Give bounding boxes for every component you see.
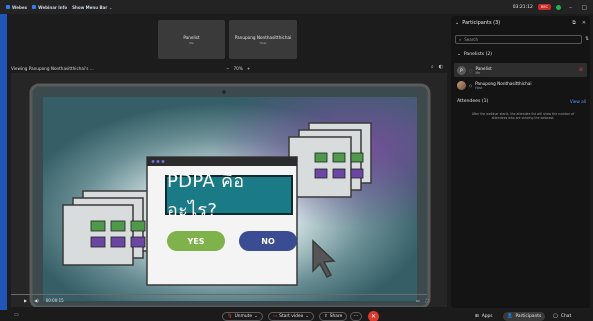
panelist-row[interactable]: P ◌ Panelist Me ⊘ bbox=[454, 63, 587, 77]
video-controls-right: ▭ ⛶ bbox=[416, 298, 429, 303]
chevron-down-icon: ⌄ bbox=[457, 52, 461, 57]
mic-icon: ◌ bbox=[469, 67, 473, 73]
chevron-down-icon: ⌄ bbox=[109, 4, 113, 10]
unmute-button[interactable]: 🎙 Unmute ⌄ bbox=[222, 312, 263, 321]
maximize-icon[interactable]: ▢ bbox=[580, 3, 589, 12]
chat-button[interactable]: ◯ Chat bbox=[553, 312, 571, 321]
video-tile-panelist[interactable]: Panelist Me bbox=[158, 20, 225, 59]
search-field[interactable]: ⌕ Search bbox=[455, 35, 582, 44]
tile-name: Panupong Nonthasitthichai bbox=[234, 34, 292, 40]
annotate-icon[interactable]: ◐ bbox=[439, 64, 443, 70]
participant-name: Panupong Nonthasitthichai bbox=[475, 80, 532, 86]
slide-no-button: NO bbox=[239, 231, 297, 251]
leave-meeting-button[interactable]: ✕ bbox=[368, 311, 379, 321]
participant-role: Host bbox=[475, 85, 483, 90]
webinar-info-menu[interactable]: Webinar Info bbox=[32, 5, 67, 10]
shared-content[interactable]: PDPA คืออะไร? YES NO bbox=[11, 73, 447, 307]
search-icon: ⌕ bbox=[459, 37, 462, 42]
avatar: P bbox=[457, 65, 466, 75]
zoom-out-button[interactable]: − bbox=[226, 66, 230, 71]
show-menu-bar[interactable]: Show Menu Bar ⌄ bbox=[72, 5, 112, 10]
top-bar: Webex Webinar Info Show Menu Bar ⌄ 03:21:… bbox=[0, 0, 593, 14]
close-icon[interactable]: ✕ bbox=[582, 20, 586, 26]
window-focus-border bbox=[0, 0, 7, 321]
search-icon[interactable]: ⌕ bbox=[431, 64, 434, 70]
chevron-down-icon: ⌄ bbox=[254, 314, 258, 319]
attendee-note: After the webinar starts, the attendee l… bbox=[471, 112, 575, 121]
video-controls: ▶ ◀) 00:00:15 bbox=[24, 298, 64, 303]
webex-window: Webex Webinar Info Show Menu Bar ⌄ 03:21:… bbox=[0, 0, 593, 321]
apps-icon: ⊞ bbox=[475, 314, 479, 319]
mic-muted-icon: 🎙 bbox=[227, 314, 233, 319]
zoom-in-button[interactable]: + bbox=[247, 66, 251, 71]
participants-button[interactable]: 👤 Participants bbox=[503, 312, 546, 321]
apps-button[interactable]: ⊞ Apps bbox=[475, 312, 493, 321]
recording-badge[interactable]: REC bbox=[537, 4, 551, 10]
chat-icon: ◯ bbox=[553, 314, 558, 319]
share-header: Viewing Panupong Nonthasitthichai's ... … bbox=[11, 64, 447, 72]
zoom-level[interactable]: 70% bbox=[234, 66, 243, 71]
bottom-toolbar: ▭ 🎙 Unmute ⌄ ▭ Start video ⌄ ⇪ Share ···… bbox=[0, 310, 593, 321]
more-options-button[interactable]: ··· bbox=[350, 312, 363, 321]
mic-muted-icon[interactable]: ⊘ bbox=[579, 67, 583, 73]
video-tile-host[interactable]: Panupong Nonthasitthichai Host bbox=[229, 20, 297, 59]
chevron-down-icon: ⌄ bbox=[305, 314, 309, 319]
collapse-chevron-icon[interactable]: ⌄ bbox=[455, 20, 459, 26]
meeting-timer: 03:21:12 bbox=[512, 4, 533, 10]
layout-icon[interactable]: ▭ bbox=[14, 312, 19, 318]
participants-icon: 👤 bbox=[507, 314, 513, 319]
slide-question: PDPA คืออะไร? bbox=[165, 171, 293, 221]
fullscreen-icon[interactable]: ⛶ bbox=[426, 298, 429, 303]
slide-yes-button: YES bbox=[167, 231, 225, 251]
webex-menu[interactable]: Webex bbox=[6, 5, 27, 10]
play-icon[interactable]: ▶ bbox=[24, 298, 27, 303]
share-button[interactable]: ⇪ Share bbox=[319, 312, 348, 321]
minimize-icon[interactable]: – bbox=[566, 3, 575, 12]
popout-icon[interactable]: ⧉ bbox=[572, 20, 576, 26]
tile-role: Host bbox=[259, 40, 267, 45]
tile-role: Me bbox=[189, 40, 194, 45]
participant-name: Panelist bbox=[475, 65, 492, 71]
panelist-row[interactable]: ◇ Panupong Nonthasitthichai Host bbox=[454, 78, 587, 92]
video-progress-bar[interactable] bbox=[11, 294, 427, 295]
participant-role: Me bbox=[475, 70, 481, 75]
connection-status-icon bbox=[556, 4, 561, 10]
start-video-button[interactable]: ▭ Start video ⌄ bbox=[268, 312, 314, 321]
attendees-header[interactable]: Attendees (1) bbox=[457, 99, 488, 104]
webex-logo-icon bbox=[6, 5, 10, 9]
info-icon bbox=[32, 5, 37, 9]
avatar bbox=[457, 80, 466, 90]
panelists-header[interactable]: ⌄ Panelists (2) bbox=[457, 52, 492, 57]
search-placeholder: Search bbox=[464, 37, 478, 42]
tile-name: Panelist bbox=[183, 34, 200, 40]
view-all-link[interactable]: View all bbox=[570, 99, 586, 104]
viewing-label: Viewing Panupong Nonthasitthichai's ... bbox=[11, 65, 94, 71]
host-icon: ◇ bbox=[469, 82, 473, 88]
participants-panel: ⌄ Participants (3) ⧉ ✕ ⌕ Search ⇅ ⌄ Pane… bbox=[451, 16, 590, 308]
video-time: 00:00:15 bbox=[45, 298, 64, 303]
pip-icon[interactable]: ▭ bbox=[416, 298, 420, 303]
volume-icon[interactable]: ◀) bbox=[34, 298, 39, 303]
close-icon: ✕ bbox=[370, 313, 377, 320]
more-icon: ··· bbox=[354, 314, 359, 319]
sort-icon[interactable]: ⇅ bbox=[585, 36, 589, 42]
participants-title: Participants (3) bbox=[462, 20, 501, 26]
video-off-icon: ▭ bbox=[273, 314, 278, 319]
share-icon: ⇪ bbox=[324, 314, 328, 319]
